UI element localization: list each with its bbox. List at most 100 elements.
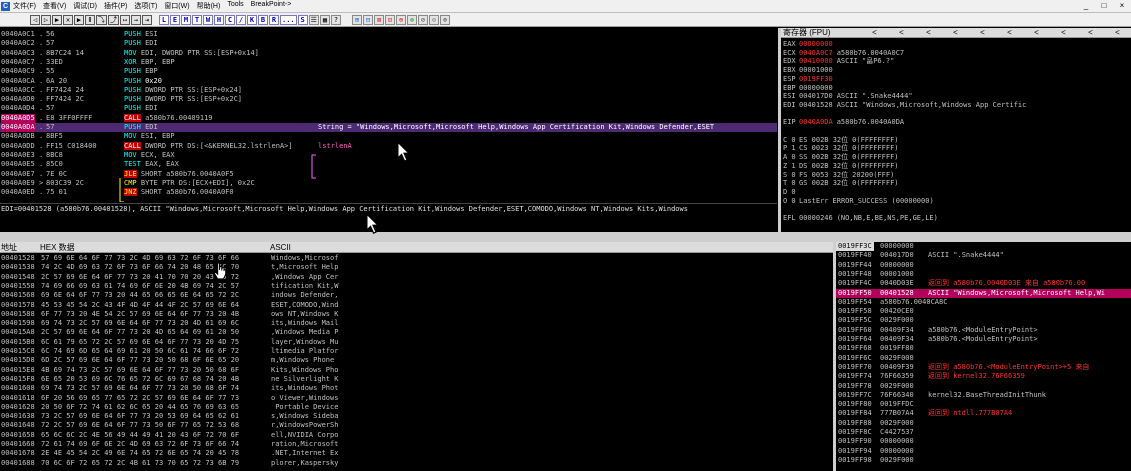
debug-button[interactable]: ⇥ xyxy=(142,14,152,25)
stack-row[interactable]: 0019FF7C 76F66340 kernel32.BaseThreadInitT… xyxy=(836,391,1131,400)
debug-button[interactable]: Ⅱ xyxy=(85,14,95,25)
dump-row[interactable]: 00401588 6F 77 73 20 4E 54 2C 57 69 6E 64… xyxy=(1,310,831,319)
disassembly-pane[interactable]: 0040A0C1. 56 PUSH ESI 0040A0C2. 57 PUSH EDI 00… xyxy=(0,28,777,202)
stack-row[interactable]: 0019FF68 0019FF80 xyxy=(836,344,1131,353)
stack-row[interactable]: 0019FF78 0029F000 xyxy=(836,382,1131,391)
register-line[interactable] xyxy=(783,205,803,214)
register-line[interactable]: EDI 00401528 ASCII "Windows,Microsoft,Wind… xyxy=(783,101,1026,110)
register-line[interactable]: T 0 GS 002B 32位 0(FFFFFFFF) xyxy=(783,179,899,188)
dump-row[interactable]: 00401598 69 74 73 2C 57 69 6E 64 6F 77 73… xyxy=(1,319,831,328)
stack-row[interactable]: 0019FF94 00000000 xyxy=(836,447,1131,456)
plugin-button[interactable]: ⊟ xyxy=(362,14,373,25)
stack-row[interactable]: 0019FF58 00420CE0 xyxy=(836,307,1131,316)
window-shortcut-button[interactable]: / xyxy=(236,14,246,25)
menu-item[interactable]: 窗口(W) xyxy=(164,1,189,11)
stack-row[interactable]: 0019FF80 0019FFDC xyxy=(836,400,1131,409)
register-nav-arrow[interactable]: < xyxy=(1050,28,1077,37)
register-nav-arrow[interactable]: < xyxy=(1077,28,1104,37)
maximize-button[interactable]: □ xyxy=(1095,0,1113,12)
window-shortcut-button[interactable]: B xyxy=(258,14,268,25)
register-line[interactable]: O 0 LastErr ERROR_SUCCESS (00000000) xyxy=(783,197,934,206)
register-line[interactable]: EDX 00410000 ASCII "畠P6.?" xyxy=(783,57,894,66)
dump-row[interactable]: 004015F8 6E 65 20 53 69 6C 76 65 72 6C 69… xyxy=(1,375,831,384)
debug-button[interactable]: ▶ xyxy=(52,14,62,25)
stack-row[interactable]: 0019FF88 0029F000 xyxy=(836,419,1131,428)
dump-row[interactable]: 00401538 74 2C 4D 69 63 72 6F 73 6F 66 74… xyxy=(1,263,831,272)
plugin-button[interactable]: ⊚ xyxy=(439,14,450,25)
register-line[interactable]: ESI 004017D0 ASCII ".Snake4444" xyxy=(783,92,913,101)
plugin-button[interactable]: ⊙ xyxy=(428,14,439,25)
register-nav-arrow[interactable]: < xyxy=(1023,28,1050,37)
stack-row[interactable]: 0019FF6C 0029F000 xyxy=(836,354,1131,363)
dump-row[interactable]: 004015E8 4B 69 74 73 2C 57 69 6E 64 6F 77… xyxy=(1,366,831,375)
register-line[interactable]: A 0 SS 002B 32位 0(FFFFFFFF) xyxy=(783,153,899,162)
register-nav-arrow[interactable]: < xyxy=(1104,28,1131,37)
dump-row[interactable]: 00401648 72 2C 57 69 6E 64 6F 77 73 50 6F… xyxy=(1,421,831,430)
plugin-button[interactable]: ⊘ xyxy=(417,14,428,25)
dump-row[interactable]: 00401548 2C 57 69 6E 64 6F 77 73 20 41 70… xyxy=(1,273,831,282)
stack-row[interactable]: 0019FF44 00000000 xyxy=(836,261,1131,270)
register-nav-arrow[interactable]: < xyxy=(888,28,915,37)
register-line[interactable] xyxy=(783,223,803,232)
stack-row[interactable]: 0019FF98 0029F000 xyxy=(836,456,1131,465)
window-shortcut-button[interactable]: T xyxy=(192,14,202,25)
close-button[interactable]: × xyxy=(1113,0,1131,12)
menu-item[interactable]: BreakPoint-> xyxy=(251,1,292,11)
dump-row[interactable]: 004015D8 6D 2C 57 69 6E 64 6F 77 73 20 50… xyxy=(1,356,831,365)
window-shortcut-button[interactable]: C xyxy=(225,14,235,25)
register-line[interactable]: D 0 xyxy=(783,188,803,197)
debug-button[interactable]: ◁ xyxy=(30,14,40,25)
horizontal-splitter[interactable] xyxy=(0,232,1131,242)
stack-row[interactable]: 0019FF60 00409F34 a580b76.<ModuleEntryPoin… xyxy=(836,326,1131,335)
dump-row[interactable]: 00401638 73 2C 57 69 6E 64 6F 77 73 20 53… xyxy=(1,412,831,421)
menu-item[interactable]: 调试(D) xyxy=(73,1,97,11)
plugin-button[interactable]: ⊠ xyxy=(373,14,384,25)
menu-item[interactable]: 插件(P) xyxy=(104,1,127,11)
dump-header-addr[interactable]: 地址 xyxy=(1,242,17,253)
dump-header-hex[interactable]: HEX 数据 xyxy=(40,242,75,253)
registers-pane[interactable]: 寄存器 (FPU) < < < < < < < < < < EAX 00000000 ECX 0040A… xyxy=(781,28,1131,242)
stack-row[interactable]: 0019FF64 00409F34 a580b76.<ModuleEntryPoin… xyxy=(836,335,1131,344)
window-shortcut-button[interactable]: ... xyxy=(280,14,297,25)
dump-row[interactable]: 00401528 57 69 6E 64 6F 77 73 2C 4D 69 63… xyxy=(1,254,831,263)
stack-row[interactable]: 0019FF50 00401528 ASCII "Windows,Microsoft… xyxy=(836,288,1131,298)
plugin-button[interactable]: ⊕ xyxy=(395,14,406,25)
plugin-button[interactable]: ⊞ xyxy=(351,14,362,25)
window-shortcut-button[interactable]: E xyxy=(170,14,180,25)
stack-row[interactable]: 0019FF90 00000000 xyxy=(836,437,1131,446)
register-nav-arrow[interactable]: < xyxy=(969,28,996,37)
stack-row[interactable]: 0019FF48 00001000 xyxy=(836,270,1131,279)
window-shortcut-button[interactable]: W xyxy=(203,14,213,25)
debug-button[interactable]: → xyxy=(131,14,141,25)
stack-row[interactable]: 0019FF5C 0029F000 xyxy=(836,316,1131,325)
stack-row[interactable]: 0019FF70 00409F39 返回到 a580b76.<ModuleEntry… xyxy=(836,363,1131,372)
register-line[interactable]: EIP 0040A0DA a580b76.0040A0DA xyxy=(783,118,904,127)
window-shortcut-button[interactable]: K xyxy=(247,14,257,25)
register-nav-arrow[interactable]: < xyxy=(942,28,969,37)
register-line[interactable] xyxy=(783,110,803,119)
minimize-button[interactable]: _ xyxy=(1077,0,1095,12)
register-line[interactable]: Z 1 DS 002B 32位 0(FFFFFFFF) xyxy=(783,162,899,171)
stack-row[interactable]: 0019FF3C 00000000 xyxy=(836,242,1131,251)
window-shortcut-button[interactable]: S xyxy=(297,14,308,25)
debug-button[interactable]: ⤵ xyxy=(96,14,107,25)
dump-row[interactable]: 00401628 20 50 6F 72 74 61 62 6C 65 20 44… xyxy=(1,403,831,412)
debug-button[interactable]: ✕ xyxy=(63,14,73,25)
dump-row[interactable]: 004015A8 2C 57 69 6E 64 6F 77 73 20 4D 65… xyxy=(1,328,831,337)
register-nav-arrow[interactable]: < xyxy=(915,28,942,37)
list-icon[interactable]: ☰ xyxy=(308,14,319,25)
window-shortcut-button[interactable]: L xyxy=(159,14,169,25)
window-shortcut-button[interactable]: R xyxy=(269,14,279,25)
memory-dump-pane[interactable]: 00401528 57 69 6E 64 6F 77 73 2C 4D 69 63… xyxy=(0,253,833,471)
dump-row[interactable]: 00401668 72 61 74 69 6F 6E 2C 4D 69 63 72… xyxy=(1,440,831,449)
register-line[interactable]: EBX 00001000 xyxy=(783,66,837,75)
menu-item[interactable]: 帮助(H) xyxy=(197,1,221,11)
stack-row[interactable]: 0019FF4C 0040D03E 返回到 a580b76.0040D03E 来自 … xyxy=(836,279,1131,288)
dump-row[interactable]: 00401578 45 53 45 54 2C 43 4F 4D 4F 44 4F… xyxy=(1,301,831,310)
dump-row[interactable]: 004015B8 6C 61 79 65 72 2C 57 69 6E 64 6F… xyxy=(1,338,831,347)
stack-row[interactable]: 0019FF54 a580b76.0040CA8C xyxy=(836,298,1131,307)
dump-header-ascii[interactable]: ASCII xyxy=(270,242,291,253)
stack-row[interactable]: 0019FF84 777B07A4 返回到 ntdll.777B07A4 xyxy=(836,409,1131,418)
dump-row[interactable]: 00401678 2E 4E 45 54 2C 49 6E 74 65 72 6E… xyxy=(1,449,831,458)
debug-button[interactable]: ▶ xyxy=(74,14,84,25)
